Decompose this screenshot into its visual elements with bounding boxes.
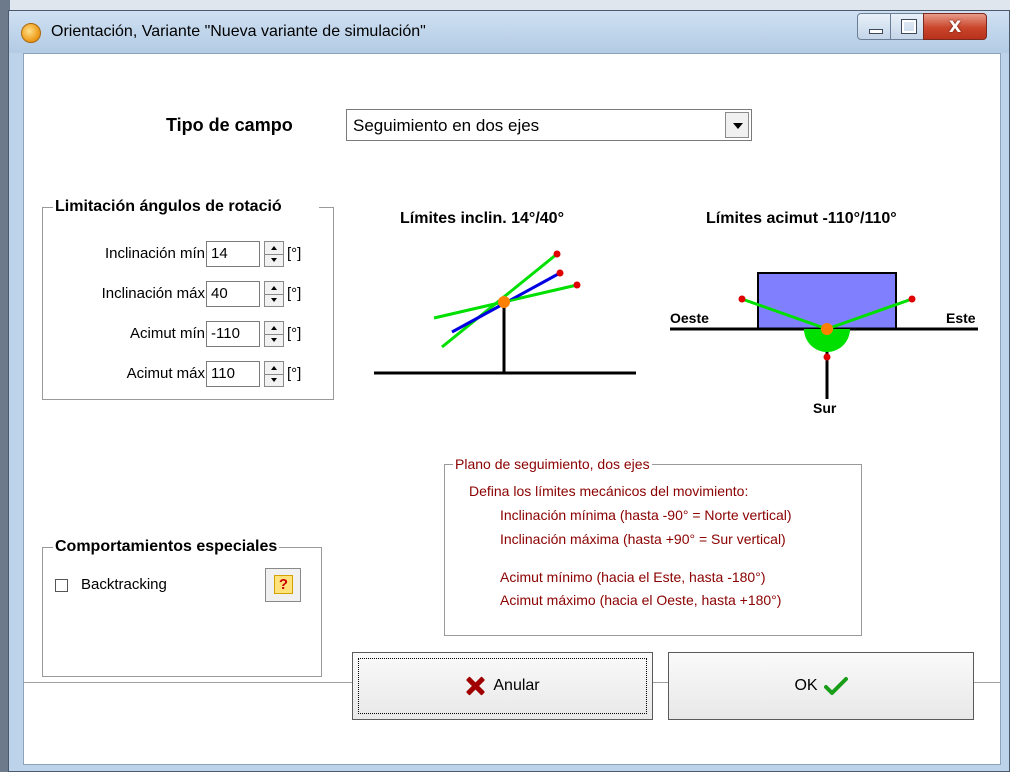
field-type-label: Tipo de campo bbox=[166, 115, 293, 135]
backtracking-label[interactable]: Backtracking bbox=[81, 576, 167, 593]
checkmark-svg bbox=[823, 677, 848, 695]
arrow-up-icon bbox=[271, 326, 277, 330]
azimuth-panel-rect bbox=[757, 272, 897, 330]
tracking-plane-line-3: Inclinación máxima (hasta +90° = Sur ver… bbox=[500, 531, 786, 547]
tracking-plane-title: Plano de seguimiento, dos ejes bbox=[453, 456, 652, 472]
close-icon: X bbox=[948, 17, 962, 36]
tracking-plane-line-2: Inclinación mínima (hasta -90° = Norte v… bbox=[500, 507, 792, 523]
azimuth-min-unit: [°] bbox=[287, 325, 302, 342]
checkmark-icon bbox=[823, 676, 848, 696]
tilt-pivot bbox=[498, 296, 510, 308]
rotation-limits-title: Limitación ángulos de rotació bbox=[53, 198, 319, 216]
azimuth-min-row: Acimut mín -110 [°] bbox=[43, 319, 333, 349]
tilt-limits-title: Límites inclin. 14°/40° bbox=[400, 210, 564, 227]
azimuth-west-marker bbox=[738, 295, 746, 303]
rotation-limits-group: Limitación ángulos de rotació Inclinació… bbox=[42, 198, 334, 400]
arrow-down-icon bbox=[271, 258, 277, 262]
azimuth-min-label: Acimut mín bbox=[129, 325, 205, 342]
special-behaviors-title: Comportamientos especiales bbox=[53, 538, 280, 556]
azimuth-min-decrement[interactable] bbox=[265, 334, 283, 346]
arrow-down-icon bbox=[271, 338, 277, 342]
tracking-plane-line-5: Acimut máximo (hacia el Oeste, hasta +18… bbox=[500, 592, 782, 608]
arrow-up-icon bbox=[271, 246, 277, 250]
window-title: Orientación, Variante "Nueva variante de… bbox=[51, 23, 426, 40]
field-type-dropdown-button[interactable] bbox=[725, 112, 749, 138]
azimuth-limits-title: Límites acimut -110°/110° bbox=[706, 210, 897, 227]
tilt-min-marker bbox=[573, 281, 581, 289]
tracking-plane-line-1: Defina los límites mecánicos del movimie… bbox=[469, 483, 749, 499]
azimuth-max-row: Acimut máx 110 [°] bbox=[43, 359, 333, 389]
arrow-up-icon bbox=[271, 366, 277, 370]
arrow-up-icon bbox=[271, 286, 277, 290]
tilt-min-row: Inclinación mín 14 [°] bbox=[43, 239, 333, 269]
tilt-max-label: Inclinación máx bbox=[101, 285, 205, 302]
cancel-button[interactable]: Anular bbox=[352, 652, 653, 720]
maximize-icon bbox=[901, 19, 917, 34]
maximize-button[interactable] bbox=[890, 13, 924, 40]
current-tilt-marker bbox=[556, 269, 564, 277]
tracking-plane-group: Plano de seguimiento, dos ejes Defina lo… bbox=[444, 456, 862, 636]
app-icon bbox=[21, 23, 41, 43]
tilt-min-input[interactable]: 14 bbox=[206, 241, 260, 267]
azimuth-max-spinner[interactable] bbox=[264, 361, 284, 387]
orientation-dialog: Orientación, Variante "Nueva variante de… bbox=[8, 10, 1010, 772]
tilt-min-spinner[interactable] bbox=[264, 241, 284, 267]
tilt-max-marker bbox=[553, 250, 561, 258]
help-button[interactable]: ? bbox=[265, 568, 301, 602]
ok-button-label: OK bbox=[794, 677, 818, 694]
minimize-icon bbox=[869, 29, 883, 34]
east-label: Este bbox=[946, 310, 976, 326]
tilt-min-decrement[interactable] bbox=[265, 254, 283, 266]
help-icon: ? bbox=[274, 575, 293, 594]
south-label: Sur bbox=[813, 400, 837, 416]
ok-button-content: OK bbox=[669, 653, 973, 719]
azimuth-pivot bbox=[821, 323, 833, 335]
tilt-max-unit: [°] bbox=[287, 285, 302, 302]
tilt-min-label: Inclinación mín bbox=[104, 245, 205, 262]
arrow-down-icon bbox=[271, 298, 277, 302]
tracking-plane-line-4: Acimut mínimo (hacia el Este, hasta -180… bbox=[500, 569, 766, 585]
tilt-max-decrement[interactable] bbox=[265, 294, 283, 306]
azimuth-max-decrement[interactable] bbox=[265, 374, 283, 386]
field-type-selected-value: Seguimiento en dos ejes bbox=[353, 116, 540, 135]
azimuth-min-input[interactable]: -110 bbox=[206, 321, 260, 347]
cancel-x-icon bbox=[465, 676, 485, 696]
arrow-down-icon bbox=[271, 378, 277, 382]
azimuth-min-spinner[interactable] bbox=[264, 321, 284, 347]
tilt-max-input[interactable]: 40 bbox=[206, 281, 260, 307]
cancel-button-label: Anular bbox=[493, 677, 540, 694]
tilt-min-unit: [°] bbox=[287, 245, 302, 262]
tilt-max-row: Inclinación máx 40 [°] bbox=[43, 279, 333, 309]
azimuth-max-label: Acimut máx bbox=[126, 365, 205, 382]
azimuth-south-marker bbox=[823, 353, 831, 361]
special-behaviors-group: Comportamientos especiales Backtracking … bbox=[42, 538, 322, 677]
chevron-down-icon bbox=[733, 123, 743, 129]
close-button[interactable]: X bbox=[923, 13, 987, 40]
cancel-button-content: Anular bbox=[353, 653, 652, 719]
azimuth-max-input[interactable]: 110 bbox=[206, 361, 260, 387]
azimuth-max-unit: [°] bbox=[287, 365, 302, 382]
title-bar[interactable]: Orientación, Variante "Nueva variante de… bbox=[9, 11, 1009, 53]
field-type-select[interactable]: Seguimiento en dos ejes bbox=[346, 109, 752, 141]
tilt-max-spinner[interactable] bbox=[264, 281, 284, 307]
backtracking-checkbox[interactable] bbox=[55, 579, 68, 592]
ok-button[interactable]: OK bbox=[668, 652, 974, 720]
azimuth-east-marker bbox=[908, 295, 916, 303]
west-label: Oeste bbox=[670, 310, 709, 326]
minimize-button[interactable] bbox=[857, 13, 891, 40]
